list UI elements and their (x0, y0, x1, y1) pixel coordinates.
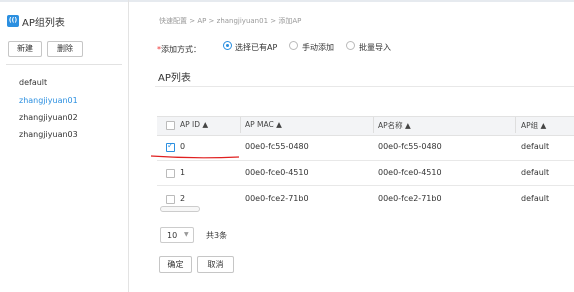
group-item-default[interactable]: default (19, 78, 47, 87)
row-checkbox[interactable] (166, 141, 175, 152)
row-divider (157, 160, 574, 161)
cell-ap-name: 00e0-fc55-0480 (378, 142, 442, 151)
column-separator (373, 117, 374, 133)
cell-ap-mac: 00e0-fce2-71b0 (245, 194, 309, 203)
row-checkbox[interactable] (166, 169, 175, 178)
column-header-ap-id[interactable]: AP ID ▲ (180, 120, 208, 129)
radio-batch-import[interactable] (346, 41, 355, 50)
cell-ap-mac: 00e0-fc55-0480 (245, 142, 309, 151)
divider (6, 64, 122, 65)
total-count: 共3条 (206, 231, 228, 240)
cell-ap-group: default (521, 168, 550, 177)
add-mode-text: 添加方式： (161, 45, 201, 54)
breadcrumb: 快速配置 > AP > zhangjiyuan01 > 添加AP (159, 17, 302, 25)
cell-ap-name: 00e0-fce0-4510 (378, 168, 442, 177)
delete-button[interactable]: 删除 (47, 41, 83, 57)
radio-select-existing[interactable] (223, 41, 232, 50)
select-all-checkbox[interactable] (166, 121, 175, 130)
cell-ap-name: 00e0-fce2-71b0 (378, 194, 442, 203)
column-separator (515, 117, 516, 133)
wifi-logo-icon: (() (7, 15, 19, 27)
page-size-value: 10 (167, 231, 178, 240)
cell-ap-id: 0 (180, 142, 186, 151)
divider (155, 86, 574, 87)
cell-ap-id: 1 (180, 168, 186, 177)
radio-label-select-existing[interactable]: 选择已有AP (235, 42, 277, 53)
cell-ap-mac: 00e0-fce0-4510 (245, 168, 309, 177)
row-checkbox[interactable] (166, 195, 175, 204)
new-button[interactable]: 新建 (8, 41, 42, 57)
row-divider (157, 185, 574, 186)
group-item-zhangjiyuan02[interactable]: zhangjiyuan02 (19, 113, 78, 122)
horizontal-scrollbar[interactable] (160, 206, 200, 212)
group-item-zhangjiyuan01[interactable]: zhangjiyuan01 (19, 96, 78, 105)
caret-down-icon: ▼ (184, 231, 189, 238)
radio-label-batch-import[interactable]: 批量导入 (359, 42, 391, 53)
cell-ap-group: default (521, 142, 550, 151)
radio-label-manual-add[interactable]: 手动添加 (302, 42, 334, 53)
cell-ap-group: default (521, 194, 550, 203)
page-size-select[interactable]: 10 ▼ (160, 227, 194, 243)
ap-group-panel: (() AP组列表 新建 删除 default zhangjiyuan01 zh… (0, 0, 129, 292)
cancel-button[interactable]: 取消 (197, 256, 234, 273)
panel-title: AP组列表 (22, 18, 65, 29)
group-item-zhangjiyuan03[interactable]: zhangjiyuan03 (19, 130, 78, 139)
section-title: AP列表 (158, 73, 191, 84)
table-header (157, 116, 574, 136)
column-header-ap-group[interactable]: AP组 ▲ (521, 120, 546, 131)
radio-manual-add[interactable] (289, 41, 298, 50)
column-header-ap-name[interactable]: AP名称 ▲ (378, 120, 411, 131)
cell-ap-id: 2 (180, 194, 186, 203)
confirm-button[interactable]: 确定 (159, 256, 192, 273)
column-header-ap-mac[interactable]: AP MAC ▲ (245, 120, 282, 129)
add-mode-label: *添加方式： (157, 44, 201, 55)
column-separator (240, 117, 241, 133)
